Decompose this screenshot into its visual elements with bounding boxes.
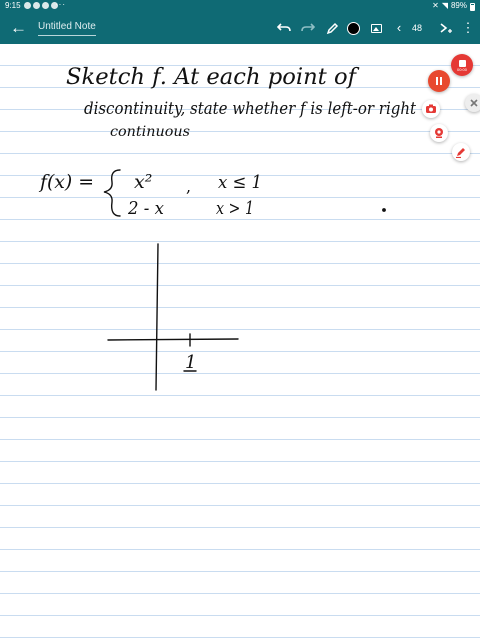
handwriting-canvas: Sketch f. At each point of discontinuity… — [38, 65, 416, 391]
webcam-button[interactable] — [430, 124, 448, 142]
record-pause-button[interactable] — [428, 70, 450, 92]
piecewise-brace — [103, 169, 121, 217]
status-more: ··· — [55, 0, 66, 9]
pen-icon[interactable] — [322, 18, 342, 38]
app-toolbar: ← Untitled Note ‹ 48 ⋮ — [0, 12, 480, 44]
x-axis-tick-label: 1 — [185, 352, 196, 373]
recorder-close-button[interactable] — [465, 94, 480, 112]
more-menu-icon[interactable]: ⋮ — [458, 18, 478, 38]
status-right: ✕ ◥ 89% — [432, 0, 475, 12]
page-number: 48 — [412, 23, 423, 33]
webcam-icon — [435, 128, 443, 138]
close-icon — [470, 99, 478, 107]
prompt-line-1: Sketch f. At each point of — [66, 65, 360, 90]
battery-icon — [470, 3, 475, 11]
color-swatch[interactable] — [343, 18, 363, 38]
pause-icon — [436, 77, 442, 85]
case2-condition: x > 1 — [216, 198, 254, 219]
case2-expression: 2 - x — [127, 198, 164, 219]
function-lhs: f(x) = — [38, 171, 94, 193]
back-arrow-icon[interactable]: ← — [10, 18, 27, 38]
screenshot-button[interactable] — [422, 100, 440, 118]
x-axis — [107, 338, 239, 341]
mute-icon: ✕ — [432, 1, 439, 10]
insert-image-icon[interactable] — [366, 18, 386, 38]
stop-icon — [458, 59, 466, 67]
case1-condition: x ≤ 1 — [218, 172, 262, 193]
case-separator: , — [186, 177, 191, 196]
prompt-line-3: continuous — [110, 124, 190, 140]
next-page-icon[interactable] — [436, 18, 456, 38]
undo-icon[interactable] — [274, 18, 294, 38]
draw-icon — [456, 148, 465, 158]
notification-icons — [24, 2, 58, 9]
status-time: 9:15 — [5, 1, 21, 10]
notification-icon — [42, 2, 49, 9]
notification-icon — [33, 2, 40, 9]
note-canvas[interactable]: Sketch f. At each point of discontinuity… — [0, 44, 480, 640]
redo-icon[interactable] — [298, 18, 318, 38]
stray-dot — [382, 208, 386, 212]
note-title[interactable]: Untitled Note — [38, 20, 96, 36]
camera-icon — [426, 104, 436, 113]
battery-percent: 89% — [450, 1, 467, 10]
draw-button[interactable] — [452, 143, 470, 161]
record-stop-button[interactable]: 00:00 — [451, 54, 473, 76]
prev-page-icon[interactable]: ‹ — [389, 18, 409, 38]
case1-expression: x² — [134, 171, 152, 193]
y-axis — [155, 243, 159, 391]
record-timer: 00:00 — [456, 66, 467, 72]
notification-icon — [24, 2, 31, 9]
prompt-line-2: discontinuity, state whether f is left-o… — [84, 99, 416, 119]
status-bar: 9:15 ··· ✕ ◥ 89% — [0, 0, 480, 12]
wifi-icon: ◥ — [441, 1, 448, 10]
